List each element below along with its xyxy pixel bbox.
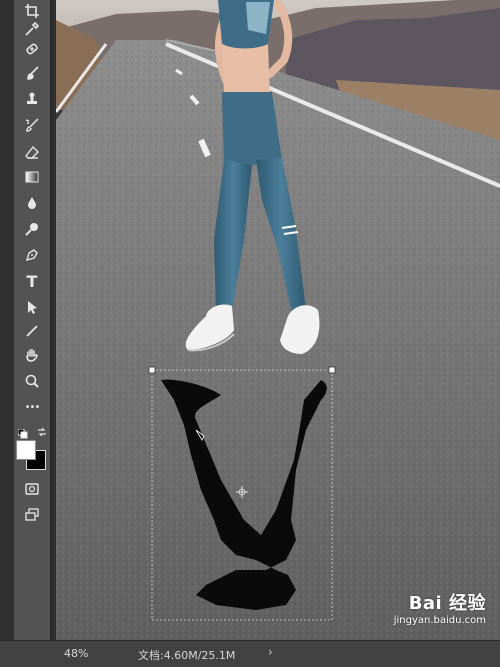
line-icon[interactable] — [14, 320, 50, 342]
eyedropper-icon[interactable] — [14, 18, 50, 40]
brush-icon[interactable] — [14, 62, 50, 84]
document-canvas[interactable]: Bai 经验 jingyan.baidu.com — [56, 0, 500, 640]
zoom-level[interactable]: 48% — [64, 647, 88, 660]
screen-mode-icon[interactable] — [14, 504, 50, 526]
photoshop-window: T ••• Bai 经验 jingyan.baidu.com 48% 文档:4.… — [0, 0, 500, 667]
status-menu-arrow[interactable]: › — [268, 645, 273, 659]
type-icon[interactable]: T — [14, 270, 50, 292]
path-selection-icon[interactable] — [14, 296, 50, 318]
baidu-watermark: Bai 经验 jingyan.baidu.com — [394, 589, 486, 626]
foreground-color-swatch[interactable] — [16, 440, 36, 460]
document-size-info[interactable]: 文档:4.60M/25.1M — [138, 647, 235, 663]
watermark-subtitle: jingyan.baidu.com — [393, 615, 486, 626]
healing-brush-icon[interactable] — [14, 38, 50, 60]
watermark-title: Bai 经验 — [408, 593, 486, 614]
default-colors-icon[interactable] — [17, 424, 28, 439]
quick-mask-icon[interactable] — [14, 478, 50, 500]
eraser-icon[interactable] — [14, 142, 50, 164]
zoom-icon[interactable] — [14, 370, 50, 392]
status-bar: 48% 文档:4.60M/25.1M › — [0, 640, 500, 667]
pen-icon[interactable] — [14, 244, 50, 266]
dodge-icon[interactable] — [14, 218, 50, 240]
tools-panel: T ••• — [0, 0, 56, 640]
swap-colors-icon[interactable] — [36, 423, 48, 437]
gradient-icon[interactable] — [14, 166, 50, 188]
clone-stamp-icon[interactable] — [14, 88, 50, 110]
hand-icon[interactable] — [14, 344, 50, 366]
more-tools-icon[interactable]: ••• — [14, 396, 50, 418]
tools-column: T ••• — [14, 0, 51, 640]
blur-drop-icon[interactable] — [14, 192, 50, 214]
history-brush-icon[interactable] — [14, 114, 50, 136]
